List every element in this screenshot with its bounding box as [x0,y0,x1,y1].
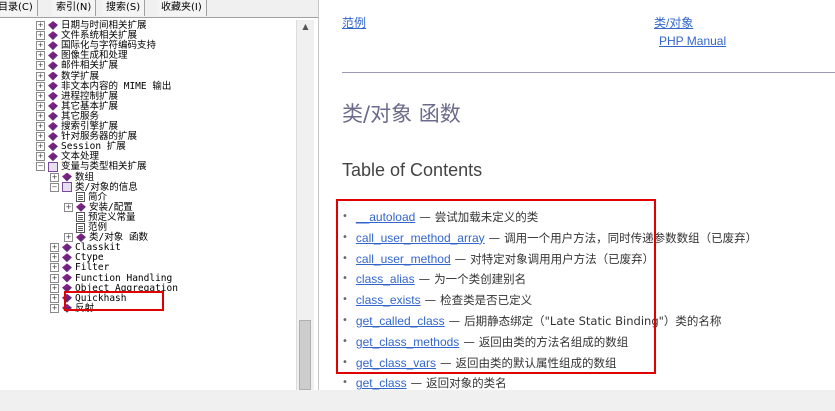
book-icon [48,91,58,101]
book-icon [62,172,72,182]
expand-icon[interactable]: + [36,81,45,91]
book-icon [62,273,72,283]
bottom-strip [0,390,835,411]
scroll-up-arrow-icon[interactable]: ▲ [297,20,314,34]
highlight-box-toc [336,199,656,374]
tab-contents[interactable]: 目录(C) [0,0,38,16]
book-icon [48,122,58,131]
function-link[interactable]: get_class [356,374,407,390]
nav-up-link[interactable]: 类/对象 [654,14,693,31]
expand-icon[interactable]: + [36,132,45,142]
expand-icon[interactable]: + [50,303,59,313]
open-book-icon [62,182,72,193]
book-icon [62,243,72,253]
book-icon [48,81,58,91]
expand-icon[interactable]: + [36,142,45,152]
expand-icon[interactable]: + [50,283,59,293]
expand-icon[interactable]: + [36,91,45,101]
expand-icon[interactable]: + [36,101,45,111]
highlight-box-tree [64,291,164,311]
expand-icon[interactable]: + [36,71,45,81]
expand-icon[interactable]: + [36,111,45,121]
book-icon [48,71,58,81]
dash-separator: — [410,376,423,390]
tab-index[interactable]: 索引(N) [52,0,97,16]
collapse-icon[interactable]: − [50,182,59,192]
bullet-icon: • [342,377,348,389]
expand-icon[interactable]: + [36,51,45,61]
page-icon [76,212,85,223]
tab-favorites[interactable]: 收藏夹(I) [157,0,207,16]
contents-tree: + 日期与时间相关扩展 + 文件系统相关扩展 + 国际化与字符编码支持 + 图像生成和处理 + 邮… [0,20,296,390]
book-icon [62,253,72,263]
book-icon [48,31,58,41]
expand-icon[interactable]: + [36,21,45,30]
expand-icon[interactable]: + [50,273,59,283]
page-icon [76,192,85,203]
book-icon [48,152,58,162]
expand-icon[interactable]: + [50,253,59,263]
page-icon [76,222,85,233]
book-icon [48,51,58,61]
book-icon [48,142,58,152]
expand-icon[interactable]: + [36,122,45,131]
php-manual-link[interactable]: PHP Manual [659,34,726,48]
expand-icon[interactable]: + [36,61,45,71]
expand-icon[interactable]: + [64,233,73,243]
book-icon [48,111,58,121]
toc-item: • get_class — 返回对象的类名 [342,374,507,390]
expand-icon[interactable]: + [36,41,45,51]
scroll-thumb[interactable] [299,320,311,390]
book-icon [48,132,58,142]
book-icon [62,263,72,273]
open-book-icon [48,161,58,172]
page-title: 类/对象 函数 [342,102,461,126]
pane-tabs: 目录(C) 索引(N) 搜索(S) 收藏夹(I) [0,0,318,18]
book-icon [48,21,58,30]
header-divider [342,72,835,73]
expand-icon[interactable]: + [50,263,59,273]
vertical-scrollbar[interactable]: ▲ [296,20,314,390]
book-icon [76,202,86,212]
toc-heading: Table of Contents [342,160,483,180]
book-icon [76,233,86,243]
contents-pane: 目录(C) 索引(N) 搜索(S) 收藏夹(I) + 日期与时间相关扩展 + 文件系统… [0,0,319,390]
expand-icon[interactable]: + [50,293,59,303]
expand-icon[interactable]: + [36,152,45,162]
expand-icon[interactable]: + [50,243,59,253]
book-icon [48,101,58,111]
book-icon [48,61,58,71]
expand-icon[interactable]: + [36,31,45,41]
tab-search[interactable]: 搜索(S) [102,0,146,16]
expand-icon[interactable]: + [50,172,59,182]
book-icon [48,41,58,51]
function-description: 返回对象的类名 [426,376,507,390]
expand-icon[interactable]: + [64,202,73,212]
nav-prev-link[interactable]: 范例 [342,14,366,31]
collapse-icon[interactable]: − [36,162,45,172]
